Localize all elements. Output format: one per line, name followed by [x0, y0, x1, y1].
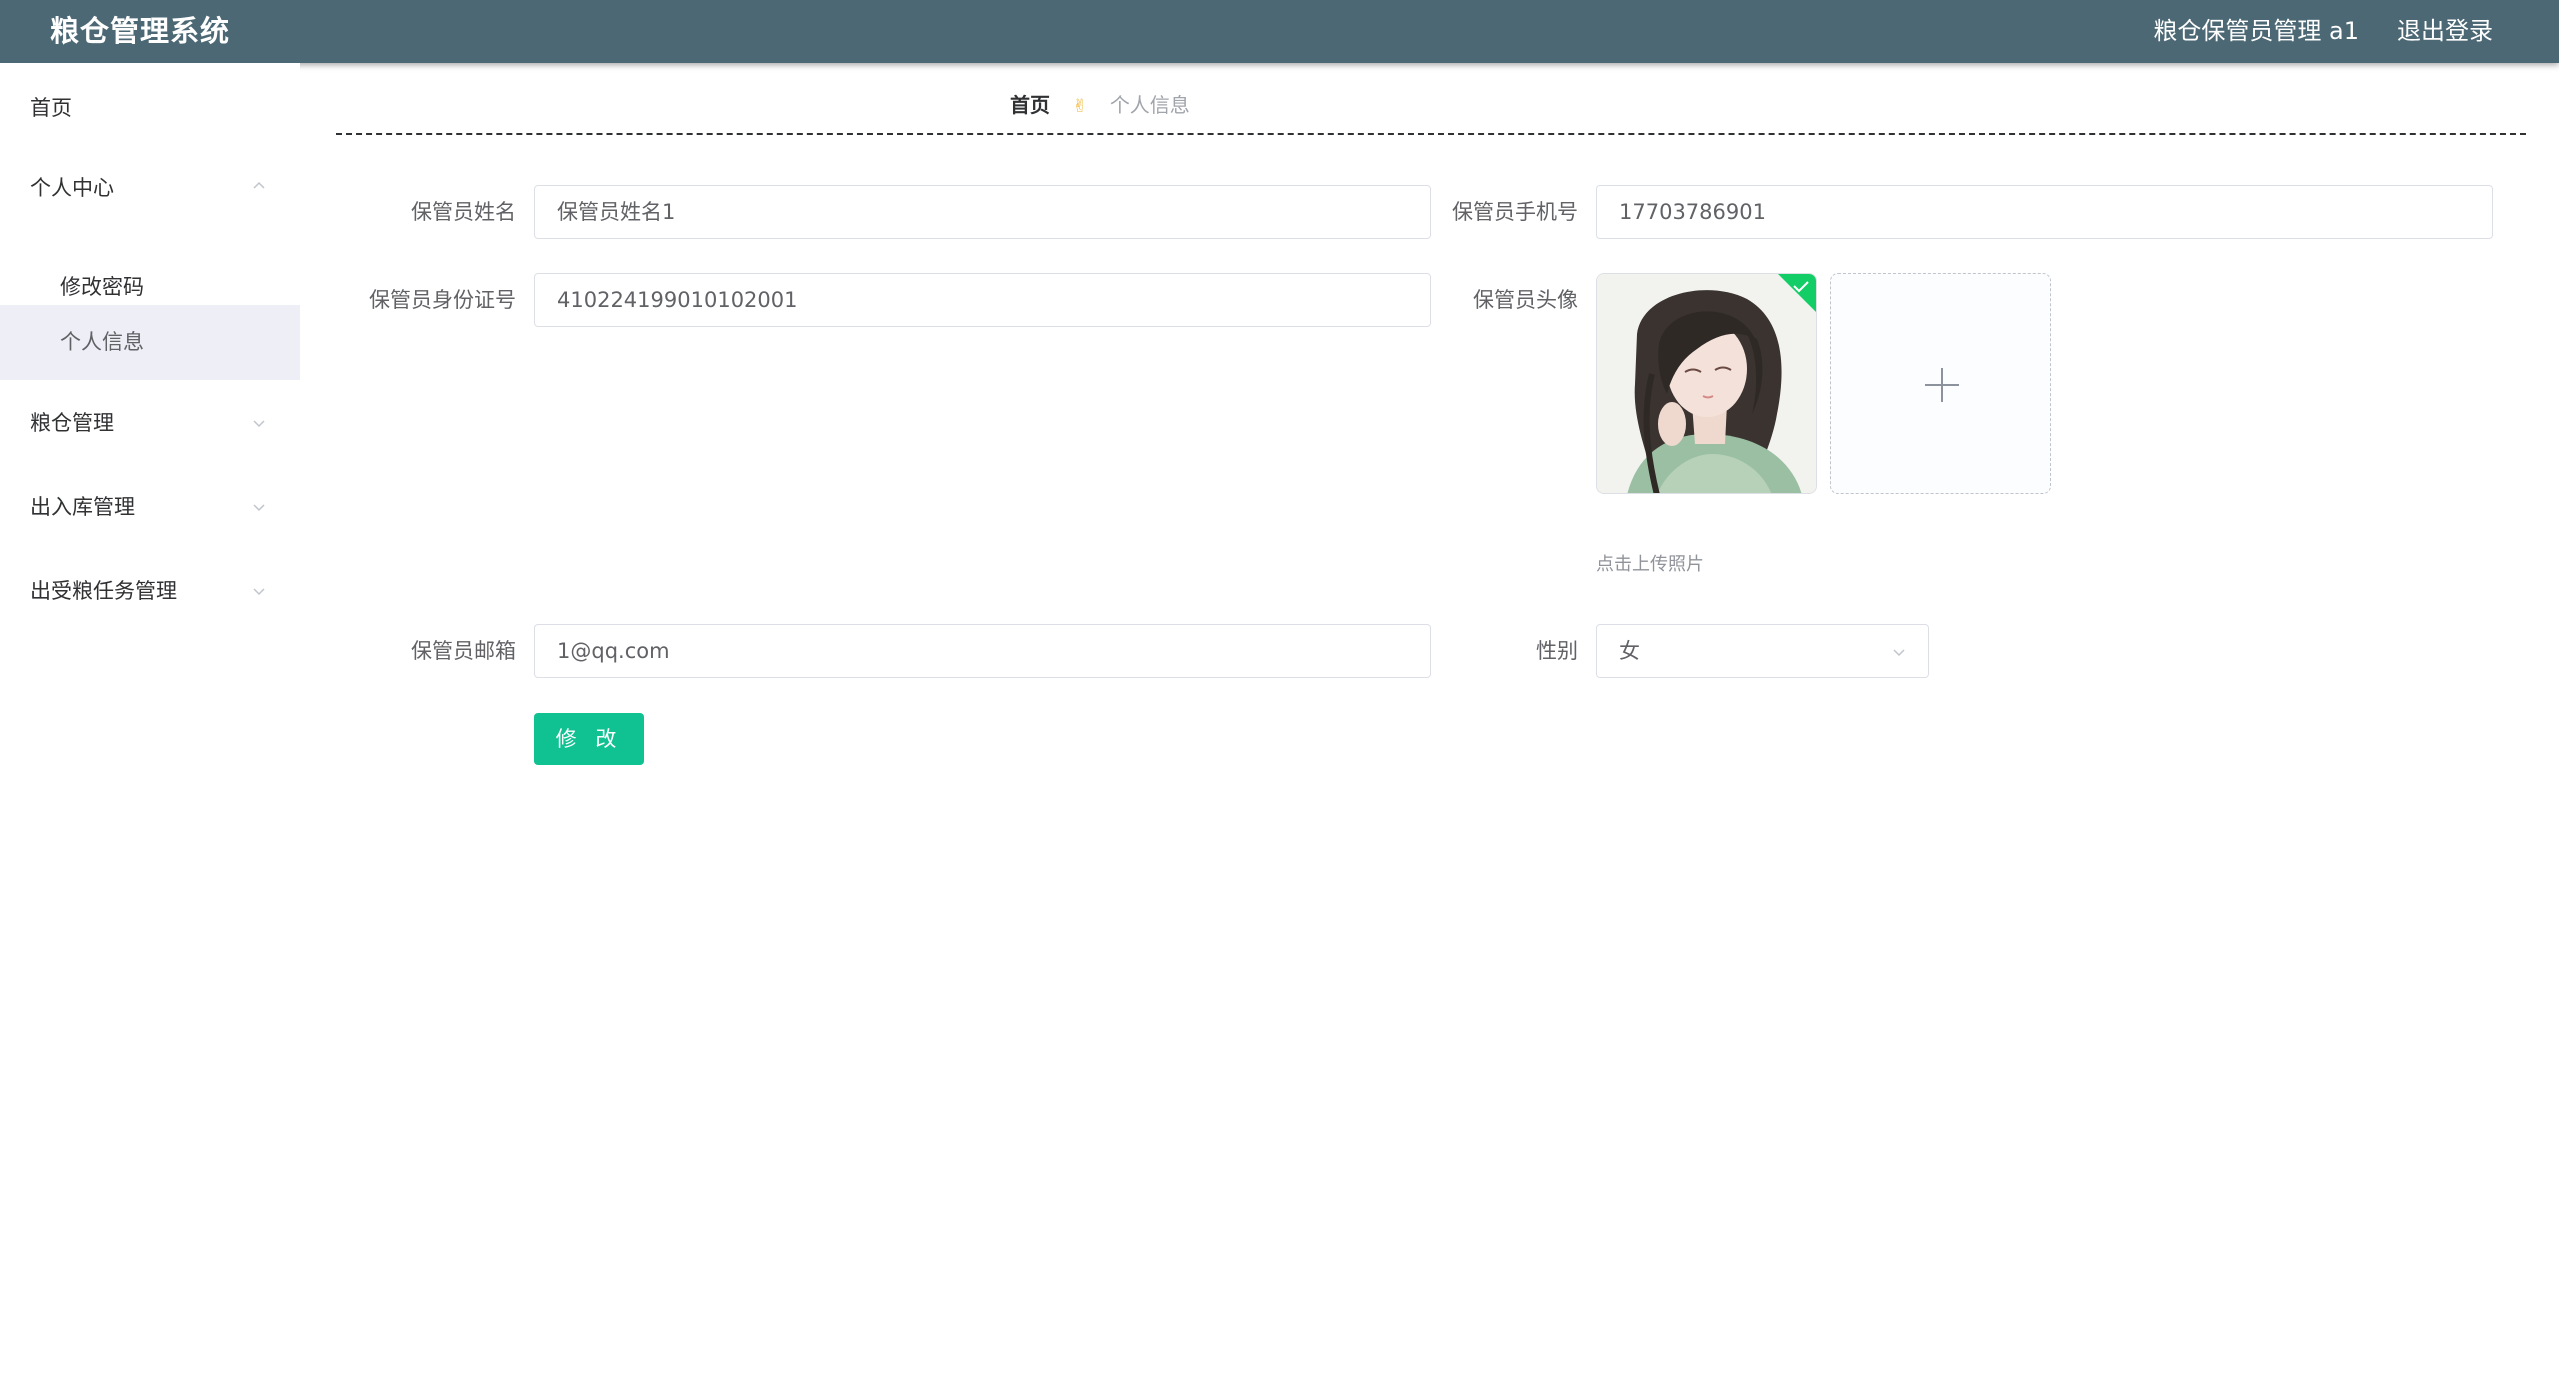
sidebar-item-label: 粮仓管理 [30, 411, 114, 435]
gender-label: 性别 [1536, 639, 1578, 663]
gender-selected-value: 女 [1619, 639, 1640, 663]
logout-button[interactable]: 退出登录 [2397, 0, 2493, 63]
sidebar-item-granary-management[interactable]: 粮仓管理 [0, 398, 300, 448]
email-label: 保管员邮箱 [411, 639, 516, 663]
phone-label: 保管员手机号 [1452, 200, 1578, 224]
name-label: 保管员姓名 [411, 200, 516, 224]
submit-button[interactable]: 修 改 [534, 713, 644, 765]
plus-icon [1925, 368, 1959, 402]
avatar-upload-button[interactable] [1830, 273, 2051, 494]
breadcrumb-current: 个人信息 [1109, 93, 1190, 117]
chevron-up-icon [253, 181, 265, 189]
sidebar-item-task-management[interactable]: 出受粮任务管理 [0, 566, 300, 616]
sidebar-item-label: 首页 [30, 96, 72, 120]
current-user-label: 粮仓保管员管理 a1 [2153, 17, 2359, 45]
sidebar-item-personal-center[interactable]: 个人中心 [0, 163, 300, 213]
id-card-field[interactable]: 410224199010102001 [534, 273, 1431, 327]
chevron-down-icon [253, 420, 265, 428]
email-field[interactable]: 1@qq.com [534, 624, 1431, 678]
chevron-down-icon [253, 504, 265, 512]
top-header: 粮仓管理系统 粮仓保管员管理 a1 退出登录 [0, 0, 2559, 63]
avatar-label: 保管员头像 [1473, 288, 1578, 312]
chevron-down-icon [1893, 649, 1905, 657]
sidebar-item-personal-info[interactable]: 个人信息 [0, 305, 300, 380]
id-card-label: 保管员身份证号 [369, 288, 516, 312]
sidebar-item-label: 出受粮任务管理 [30, 579, 177, 603]
sidebar-item-label: 个人中心 [30, 176, 114, 200]
breadcrumb-divider [336, 133, 2526, 135]
sidebar-subitem-label: 个人信息 [60, 330, 144, 354]
name-field[interactable]: 保管员姓名1 [534, 185, 1431, 239]
chevron-down-icon [253, 588, 265, 596]
upload-tip: 点击上传照片 [1596, 554, 1704, 575]
app-title: 粮仓管理系统 [50, 14, 231, 48]
check-badge-icon [1778, 274, 1816, 312]
breadcrumb-home-link[interactable]: 首页 [1010, 93, 1050, 117]
avatar-preview[interactable] [1596, 273, 1817, 494]
breadcrumb: 首页 ✌ 个人信息 [1010, 90, 1190, 120]
victory-hand-icon: ✌ [1072, 96, 1088, 117]
gender-select[interactable]: 女 [1596, 624, 1929, 678]
sidebar-item-label: 出入库管理 [30, 495, 135, 519]
phone-field[interactable]: 17703786901 [1596, 185, 2493, 239]
sidebar-item-home[interactable]: 首页 [0, 83, 300, 133]
sidebar-menu: 首页 个人中心 修改密码 个人信息 粮仓管理 出入库管理 出受粮任务管理 [0, 63, 300, 1399]
sidebar-item-inout-management[interactable]: 出入库管理 [0, 482, 300, 532]
